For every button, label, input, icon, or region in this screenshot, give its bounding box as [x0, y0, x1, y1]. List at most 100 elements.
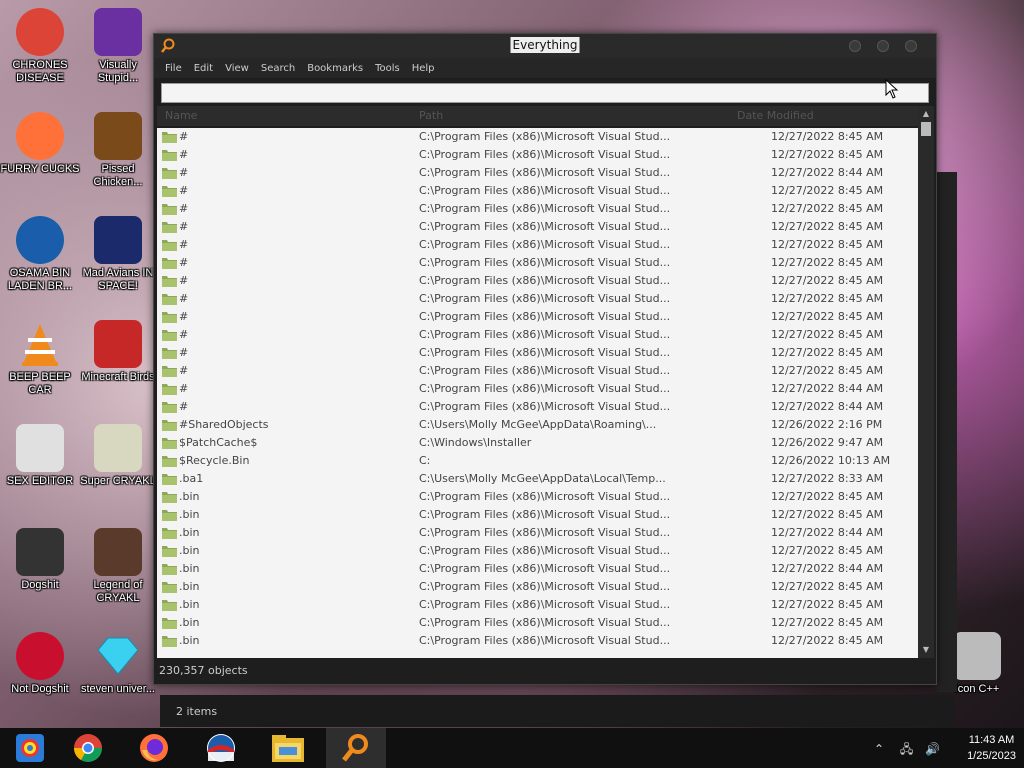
table-row[interactable]: # C:\Program Files (x86)\Microsoft Visual… [157, 200, 918, 218]
row-name: $PatchCache$ [179, 436, 258, 449]
maximize-button[interactable] [877, 40, 889, 52]
desktop-shortcut[interactable]: SEX EDITOR [0, 424, 80, 488]
recycle-bin-icon [953, 632, 1001, 680]
table-row[interactable]: # C:\Program Files (x86)\Microsoft Visual… [157, 344, 918, 362]
table-row[interactable]: # C:\Program Files (x86)\Microsoft Visual… [157, 362, 918, 380]
menu-view[interactable]: View [225, 63, 249, 74]
folder-icon [162, 294, 177, 305]
row-name: .bin [179, 490, 200, 503]
table-row[interactable]: # C:\Program Files (x86)\Microsoft Visual… [157, 254, 918, 272]
row-path: C:\Program Files (x86)\Microsoft Visual … [419, 544, 669, 557]
menu-file[interactable]: File [165, 63, 182, 74]
desktop-shortcut[interactable]: Mad Avians IN SPACE! [78, 216, 158, 293]
desktop-shortcut[interactable]: Legend of CRYAKL [78, 528, 158, 605]
table-row[interactable]: $PatchCache$ C:\Windows\Installer 12/26/20… [157, 434, 918, 452]
menu-search[interactable]: Search [261, 63, 295, 74]
table-row[interactable]: # C:\Program Files (x86)\Microsoft Visual… [157, 380, 918, 398]
row-path: C:\Program Files (x86)\Microsoft Visual … [419, 346, 669, 359]
angry-birds-icon [94, 320, 142, 368]
chrome-icon [74, 734, 102, 762]
desktop-shortcut[interactable]: CHRONES DISEASE [0, 8, 80, 85]
taskbar-chrome[interactable] [58, 728, 118, 768]
table-row[interactable]: # C:\Program Files (x86)\Microsoft Visual… [157, 326, 918, 344]
table-row[interactable]: .bin C:\Program Files (x86)\Microsoft Vis… [157, 578, 918, 596]
table-row[interactable]: # C:\Program Files (x86)\Microsoft Visual… [157, 236, 918, 254]
results-list: # C:\Program Files (x86)\Microsoft Visual… [157, 128, 918, 658]
search-input[interactable] [161, 83, 929, 103]
desktop-shortcut[interactable]: Dogshit [0, 528, 80, 592]
table-row[interactable]: # C:\Program Files (x86)\Microsoft Visual… [157, 398, 918, 416]
taskbar-firefox[interactable] [124, 728, 184, 768]
menu-tools[interactable]: Tools [375, 63, 400, 74]
scroll-thumb[interactable] [921, 122, 931, 136]
taskbar-obama[interactable] [191, 728, 251, 768]
minimize-button[interactable] [849, 40, 861, 52]
desktop-shortcut[interactable]: OSAMA BIN LADEN BR... [0, 216, 80, 293]
table-row[interactable]: .bin C:\Program Files (x86)\Microsoft Vis… [157, 560, 918, 578]
menu-edit[interactable]: Edit [194, 63, 213, 74]
desktop-shortcut-label: Mad Avians IN SPACE! [82, 267, 154, 292]
desktop-shortcut[interactable]: Super CRYAKL [78, 424, 158, 488]
taskbar-file-explorer[interactable] [258, 728, 318, 768]
close-button[interactable] [905, 40, 917, 52]
table-row[interactable]: .bin C:\Program Files (x86)\Microsoft Vis… [157, 488, 918, 506]
table-row[interactable]: $Recycle.Bin C: 12/26/2022 10:13 AM [157, 452, 918, 470]
row-path: C:\Windows\Installer [419, 436, 532, 449]
taskbar-everything[interactable] [326, 728, 386, 768]
table-row[interactable]: .bin C:\Program Files (x86)\Microsoft Vis… [157, 506, 918, 524]
desktop-shortcut[interactable]: Pissed Chicken... [78, 112, 158, 189]
table-row[interactable]: .bin C:\Program Files (x86)\Microsoft Vis… [157, 632, 918, 650]
row-path: C:\Program Files (x86)\Microsoft Visual … [419, 562, 669, 575]
menu-help[interactable]: Help [412, 63, 435, 74]
table-row[interactable]: # C:\Program Files (x86)\Microsoft Visual… [157, 272, 918, 290]
table-row[interactable]: .ba1 C:\Users\Molly McGee\AppData\Local\T… [157, 470, 918, 488]
volume-icon[interactable]: 🔊 [925, 742, 940, 756]
row-path: C:\Users\Molly McGee\AppData\Local\Temp.… [419, 472, 666, 485]
clock[interactable]: 11:43 AM 1/25/2023 [967, 732, 1016, 764]
network-icon[interactable]: 🖧 [900, 742, 913, 756]
row-date: 12/27/2022 8:45 AM [771, 616, 884, 629]
row-name: .bin [179, 580, 200, 593]
column-name[interactable]: Name [165, 109, 197, 122]
table-row[interactable]: # C:\Program Files (x86)\Microsoft Visual… [157, 164, 918, 182]
start-button[interactable] [0, 728, 60, 768]
row-date: 12/27/2022 8:45 AM [771, 220, 884, 233]
folder-icon [162, 330, 177, 341]
row-date: 12/27/2022 8:44 AM [771, 400, 884, 413]
row-name: # [179, 364, 189, 377]
scroll-up-arrow-icon[interactable]: ▲ [921, 109, 931, 119]
row-path: C:\Program Files (x86)\Microsoft Visual … [419, 220, 669, 233]
table-row[interactable]: .bin C:\Program Files (x86)\Microsoft Vis… [157, 542, 918, 560]
table-row[interactable]: # C:\Program Files (x86)\Microsoft Visual… [157, 218, 918, 236]
column-date-modified[interactable]: Date Modified [737, 109, 814, 122]
desktop-shortcut[interactable]: Visually Stupid... [78, 8, 158, 85]
table-row[interactable]: # C:\Program Files (x86)\Microsoft Visual… [157, 182, 918, 200]
row-date: 12/27/2022 8:45 AM [771, 634, 884, 647]
table-row[interactable]: #SharedObjects C:\Users\Molly McGee\AppDa… [157, 416, 918, 434]
row-path: C:\Program Files (x86)\Microsoft Visual … [419, 616, 669, 629]
table-row[interactable]: .bin C:\Program Files (x86)\Microsoft Vis… [157, 524, 918, 542]
table-row[interactable]: # C:\Program Files (x86)\Microsoft Visual… [157, 308, 918, 326]
folder-icon [162, 510, 177, 521]
folder-icon [162, 582, 177, 593]
table-row[interactable]: .bin C:\Program Files (x86)\Microsoft Vis… [157, 596, 918, 614]
title-bar[interactable]: Everything [154, 34, 936, 58]
desktop-shortcut[interactable]: BEEP BEEP CAR [0, 320, 80, 397]
row-path: C:\Program Files (x86)\Microsoft Visual … [419, 634, 669, 647]
desktop-shortcut[interactable]: steven univer... [78, 632, 158, 696]
table-row[interactable]: # C:\Program Files (x86)\Microsoft Visual… [157, 290, 918, 308]
vertical-scrollbar[interactable]: ▲ ▼ [918, 106, 934, 658]
desktop-shortcut[interactable]: Minecraft Birds [78, 320, 158, 384]
clock-date: 1/25/2023 [967, 750, 1016, 762]
table-row[interactable]: # C:\Program Files (x86)\Microsoft Visual… [157, 146, 918, 164]
table-row[interactable]: # C:\Program Files (x86)\Microsoft Visual… [157, 128, 918, 146]
desktop-shortcut-label: CHRONES DISEASE [12, 59, 68, 84]
column-path[interactable]: Path [419, 109, 443, 122]
scroll-down-arrow-icon[interactable]: ▼ [921, 645, 931, 655]
show-hidden-icons-chevron-icon[interactable]: ⌃ [874, 742, 884, 756]
desktop-shortcut-label: Visually Stupid... [97, 59, 139, 84]
menu-bookmarks[interactable]: Bookmarks [307, 63, 363, 74]
desktop-shortcut[interactable]: Not Dogshit [0, 632, 80, 696]
desktop-shortcut[interactable]: FURRY CUCKS [0, 112, 80, 176]
table-row[interactable]: .bin C:\Program Files (x86)\Microsoft Vis… [157, 614, 918, 632]
